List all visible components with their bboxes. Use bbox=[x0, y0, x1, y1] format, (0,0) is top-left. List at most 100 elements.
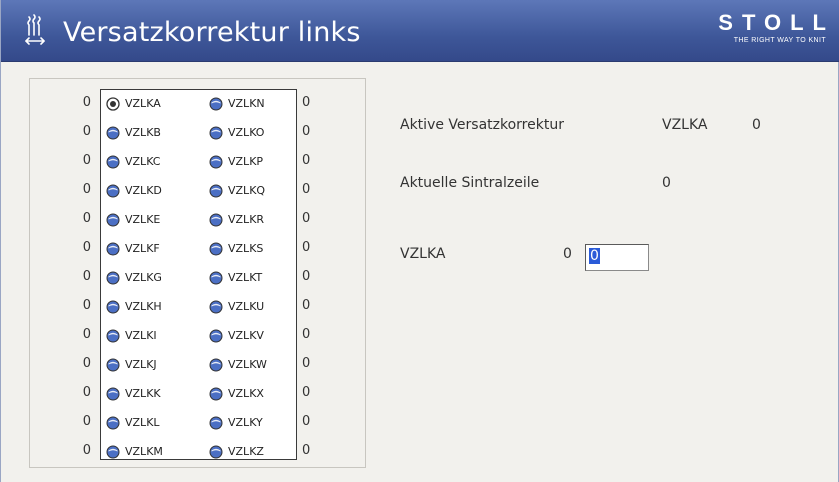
radio-option-label: VZLKW bbox=[228, 358, 267, 371]
radio-option-label: VZLKM bbox=[125, 445, 163, 458]
radio-option-label: VZLKC bbox=[125, 155, 161, 168]
radio-option-label: VZLKR bbox=[228, 213, 265, 226]
radio-option-label: VZLKJ bbox=[125, 358, 157, 371]
left-value: 0 bbox=[82, 327, 91, 342]
radio-option-vzlky[interactable]: VZLKY bbox=[209, 408, 263, 437]
radio-option-vzlko[interactable]: VZLKO bbox=[209, 118, 264, 147]
left-value: 0 bbox=[82, 269, 91, 284]
radio-unselected-icon bbox=[106, 329, 120, 342]
left-value: 0 bbox=[82, 385, 91, 400]
radio-option-vzlkp[interactable]: VZLKP bbox=[209, 147, 263, 176]
radio-unselected-icon bbox=[209, 329, 223, 342]
right-value: 0 bbox=[302, 182, 311, 197]
stoll-logo: STOLL THE RIGHT WAY TO KNIT bbox=[718, 12, 826, 46]
radio-option-vzlkt[interactable]: VZLKT bbox=[209, 263, 262, 292]
radio-option-vzlkb[interactable]: VZLKB bbox=[106, 118, 161, 147]
radio-option-vzlkh[interactable]: VZLKH bbox=[106, 292, 162, 321]
radio-unselected-icon bbox=[106, 300, 120, 313]
radio-unselected-icon bbox=[209, 213, 223, 226]
radio-option-vzlku[interactable]: VZLKU bbox=[209, 292, 264, 321]
radio-option-vzlkd[interactable]: VZLKD bbox=[106, 176, 162, 205]
radio-option-vzlki[interactable]: VZLKI bbox=[106, 321, 157, 350]
radio-unselected-icon bbox=[209, 416, 223, 429]
radio-option-vzlkf[interactable]: VZLKF bbox=[106, 234, 160, 263]
edit-current-value: 0 bbox=[563, 246, 572, 262]
radio-option-vzlkn[interactable]: VZLKN bbox=[209, 89, 265, 118]
radio-option-label: VZLKQ bbox=[228, 184, 266, 197]
right-value: 0 bbox=[302, 298, 311, 313]
radio-option-label: VZLKU bbox=[228, 300, 265, 313]
radio-option-vzlkk[interactable]: VZLKK bbox=[106, 379, 161, 408]
left-value: 0 bbox=[82, 356, 91, 371]
right-value: 0 bbox=[302, 240, 311, 255]
right-value: 0 bbox=[302, 95, 311, 110]
radio-option-vzlks[interactable]: VZLKS bbox=[209, 234, 263, 263]
correction-value-input[interactable]: 0 bbox=[585, 244, 649, 271]
radio-option-vzlkm[interactable]: VZLKM bbox=[106, 437, 163, 466]
title-bar: Versatzkorrektur links STOLL THE RIGHT W… bbox=[1, 0, 839, 62]
radio-unselected-icon bbox=[209, 445, 223, 458]
radio-option-label: VZLKD bbox=[125, 184, 162, 197]
radio-unselected-icon bbox=[209, 126, 223, 139]
radio-option-vzlkz[interactable]: VZLKZ bbox=[209, 437, 264, 466]
radio-option-vzlkx[interactable]: VZLKX bbox=[209, 379, 264, 408]
radio-option-vzlkj[interactable]: VZLKJ bbox=[106, 350, 157, 379]
left-value: 0 bbox=[82, 443, 91, 458]
sintral-line-label: Aktuelle Sintralzeile bbox=[400, 175, 540, 191]
right-value: 0 bbox=[302, 211, 311, 226]
radio-unselected-icon bbox=[209, 358, 223, 371]
radio-option-label: VZLKO bbox=[228, 126, 265, 139]
active-correction-value: 0 bbox=[752, 117, 761, 133]
radio-option-label: VZLKB bbox=[125, 126, 161, 139]
right-value: 0 bbox=[302, 124, 311, 139]
right-values-column: 0 0 0 0 0 0 0 0 0 0 0 0 0 bbox=[301, 88, 341, 465]
radio-option-vzlkw[interactable]: VZLKW bbox=[209, 350, 267, 379]
edit-label: VZLKA bbox=[400, 246, 446, 262]
radio-option-label: VZLKS bbox=[228, 242, 264, 255]
left-value: 0 bbox=[82, 182, 91, 197]
correction-list: VZLKA VZLKB VZLKC VZLKD VZLKE VZLKF VZLKG VZLKH… bbox=[100, 89, 297, 460]
radio-selected-icon bbox=[106, 96, 120, 111]
radio-option-vzlkr[interactable]: VZLKR bbox=[209, 205, 264, 234]
radio-unselected-icon bbox=[106, 126, 120, 139]
radio-option-label: VZLKK bbox=[125, 387, 161, 400]
active-correction-label: Aktive Versatzkorrektur bbox=[400, 117, 564, 133]
logo-wordmark: STOLL bbox=[718, 10, 835, 35]
left-values-column: 0 0 0 0 0 0 0 0 0 0 0 0 0 bbox=[49, 88, 99, 465]
radio-option-label: VZLKV bbox=[228, 329, 264, 342]
radio-unselected-icon bbox=[106, 242, 120, 255]
radio-option-vzlkq[interactable]: VZLKQ bbox=[209, 176, 265, 205]
left-value: 0 bbox=[82, 124, 91, 139]
radio-unselected-icon bbox=[106, 387, 120, 400]
radio-option-vzlka[interactable]: VZLKA bbox=[106, 89, 161, 118]
radio-option-label: VZLKL bbox=[125, 416, 160, 429]
radio-unselected-icon bbox=[106, 416, 120, 429]
radio-unselected-icon bbox=[209, 242, 223, 255]
radio-option-vzlkl[interactable]: VZLKL bbox=[106, 408, 160, 437]
left-value: 0 bbox=[82, 414, 91, 429]
radio-option-label: VZLKN bbox=[228, 97, 265, 110]
radio-option-vzlkv[interactable]: VZLKV bbox=[209, 321, 264, 350]
radio-unselected-icon bbox=[209, 97, 223, 110]
right-value: 0 bbox=[302, 385, 311, 400]
right-value: 0 bbox=[302, 356, 311, 371]
radio-option-label: VZLKH bbox=[125, 300, 162, 313]
sintral-line-value: 0 bbox=[662, 175, 671, 191]
radio-unselected-icon bbox=[106, 213, 120, 226]
radio-option-vzlkc[interactable]: VZLKC bbox=[106, 147, 160, 176]
logo-tagline: THE RIGHT WAY TO KNIT bbox=[733, 37, 826, 44]
window-title: Versatzkorrektur links bbox=[63, 17, 361, 48]
radio-option-label: VZLKF bbox=[125, 242, 160, 255]
left-value: 0 bbox=[82, 240, 91, 255]
radio-unselected-icon bbox=[209, 155, 223, 168]
radio-unselected-icon bbox=[106, 271, 120, 284]
right-value: 0 bbox=[302, 327, 311, 342]
radio-option-vzlkg[interactable]: VZLKG bbox=[106, 263, 162, 292]
radio-unselected-icon bbox=[106, 445, 120, 458]
input-selected-text: 0 bbox=[589, 248, 600, 264]
radio-unselected-icon bbox=[209, 184, 223, 197]
radio-option-label: VZLKA bbox=[125, 97, 161, 110]
radio-option-label: VZLKY bbox=[228, 416, 263, 429]
radio-option-vzlke[interactable]: VZLKE bbox=[106, 205, 160, 234]
right-value: 0 bbox=[302, 443, 311, 458]
